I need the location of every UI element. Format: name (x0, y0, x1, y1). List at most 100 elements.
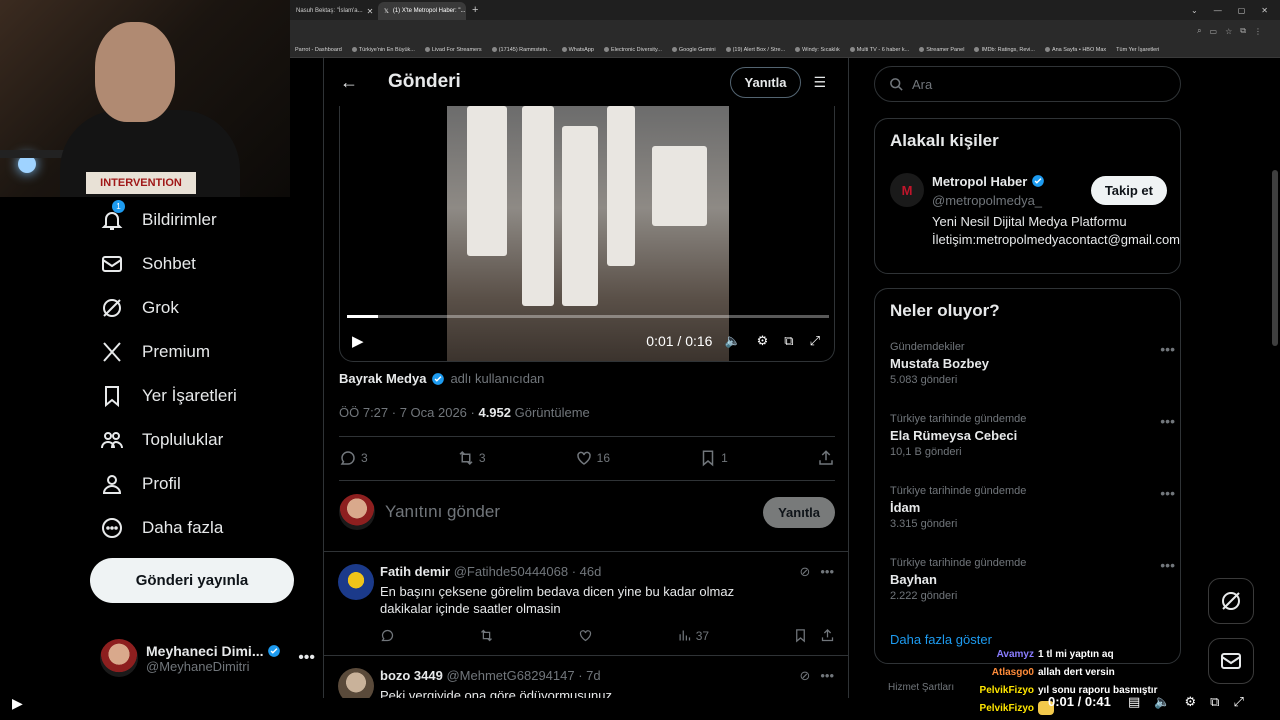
nav-notifications[interactable]: 1 Bildirimler (100, 200, 217, 232)
heart-icon[interactable] (578, 628, 593, 643)
view-count: 4.952 (478, 405, 512, 420)
bookmark-all[interactable]: Tüm Yer İşaretleri (1116, 47, 1159, 53)
trend-item[interactable]: Türkiye tarihinde gündemde Bayhan 2.222 … (890, 557, 1175, 602)
nav-grok[interactable]: Grok (100, 296, 179, 320)
bookmark-icon (105, 386, 119, 408)
trend-item[interactable]: Gündemdekiler Mustafa Bozbey 5.083 gönde… (890, 341, 1175, 386)
grok-fab[interactable] (1208, 578, 1254, 624)
avatar[interactable]: M (890, 173, 924, 207)
stream-player-bar: ▶ 0:01 / 0:41 ▤ 🔈 ⚙ ⧉ ⤢ (0, 687, 1280, 720)
reply-input[interactable]: Yanıtını gönder (385, 502, 500, 522)
views-action[interactable]: 37 (677, 628, 709, 643)
nav-bookmarks[interactable]: Yer İşaretleri (100, 384, 237, 408)
follow-button[interactable]: Takip et (1090, 176, 1167, 205)
browser-tab[interactable]: Nasuh Bektaş: "İslam'a... ✕ (290, 2, 378, 20)
more-icon[interactable]: ••• (820, 564, 834, 580)
repost-icon[interactable] (479, 628, 494, 643)
menu-icon[interactable]: ⋮ (1254, 27, 1262, 36)
volume-icon[interactable]: 🔈 (724, 333, 740, 349)
bookmark[interactable]: Livad For Streamers (424, 47, 482, 53)
messages-fab[interactable] (1208, 638, 1254, 684)
gear-icon[interactable]: ⚙ (757, 333, 769, 349)
reply-item[interactable]: Fatih demir @Fatihde50444068 · 46d ⊘ ••• … (324, 551, 848, 655)
star-icon[interactable]: ☆ (1225, 27, 1232, 36)
more-icon[interactable]: ••• (1160, 557, 1175, 573)
source-author[interactable]: Bayrak Medya (339, 371, 426, 386)
reply-action[interactable]: 3 (339, 449, 368, 467)
more-icon[interactable]: ••• (820, 668, 834, 684)
search-box[interactable]: Ara (874, 66, 1181, 102)
fullscreen-icon[interactable]: ⤢ (1233, 694, 1243, 710)
picture-in-picture-icon[interactable]: ⧉ (784, 333, 793, 349)
fullscreen-icon[interactable]: ⤢ (810, 333, 820, 349)
video-progress-fill (347, 315, 379, 318)
minimize-icon[interactable]: — (1214, 6, 1222, 15)
more-icon[interactable]: ••• (298, 649, 315, 667)
browser-toolbar: ⌕ ▭ ☆ ⧉ ⋮ (290, 20, 1280, 42)
share-icon[interactable] (820, 628, 835, 643)
person-handle: @metropolmedya_ (932, 193, 1043, 208)
close-icon[interactable]: ✕ (367, 7, 374, 16)
bookmark[interactable]: (17145) Rammstein... (491, 47, 552, 53)
bookmark[interactable]: (19) Alert Box / Stre... (725, 47, 785, 53)
more-icon[interactable]: ••• (1160, 485, 1175, 501)
cast-icon[interactable]: ▭ (1210, 27, 1218, 36)
dropdown-icon[interactable]: ⌄ (1191, 6, 1198, 15)
extension-icon[interactable]: ⧉ (1240, 26, 1246, 36)
nav-more[interactable]: Daha fazla (100, 516, 223, 540)
bookmark[interactable]: Ana Sayfa • HBO Max (1044, 47, 1106, 53)
nav-communities[interactable]: Topluluklar (100, 428, 223, 452)
volume-icon[interactable]: 🔈 (1154, 694, 1170, 710)
browser-tab-active[interactable]: 𝕏 (1) X'te Metropol Haber: "... ✕ (378, 2, 466, 20)
play-icon[interactable]: ▶ (352, 332, 364, 350)
bookmark[interactable]: Google Gemini (671, 47, 716, 53)
video-player[interactable]: ▶ 0:01 / 0:16 🔈 ⚙ ⧉ ⤢ (339, 106, 835, 362)
bookmark[interactable]: IMDb: Ratings, Revi... (974, 47, 1035, 53)
page-scrollbar[interactable] (1272, 170, 1278, 346)
bookmark-action[interactable]: 1 (699, 449, 728, 467)
account-switcher[interactable]: Meyhaneci Dimi... @MeyhaneDimitri ••• (100, 637, 315, 679)
chat-text: allah dert versin (1038, 666, 1115, 678)
close-window-icon[interactable]: ✕ (1261, 6, 1268, 15)
bookmark[interactable]: WhatsApp (561, 47, 594, 53)
verified-icon (432, 372, 445, 385)
bookmark[interactable]: Streamer Panel (919, 47, 964, 53)
zoom-icon[interactable]: ⌕ (1197, 26, 1201, 36)
post-timestamp[interactable]: ÖÖ 7:27 · 7 Oca 2026 · (339, 405, 478, 420)
grok-icon[interactable]: ⊘ (799, 668, 810, 684)
reply-author[interactable]: bozo 3449 (380, 668, 443, 683)
subtitles-icon[interactable]: ▤ (1128, 694, 1140, 710)
new-tab-icon[interactable]: + (472, 4, 478, 16)
reply-header-button[interactable]: Yanıtla (729, 66, 802, 98)
repost-action[interactable]: 3 (457, 449, 486, 467)
gear-icon[interactable]: ⚙ (1184, 694, 1196, 710)
like-action[interactable]: 16 (575, 449, 610, 467)
grok-icon[interactable]: ⊘ (799, 564, 810, 580)
settings-sliders-icon[interactable]: ☰ (813, 74, 826, 91)
video-progress-bar[interactable] (347, 315, 829, 318)
trend-item[interactable]: Türkiye tarihinde gündemde Ela Rümeysa C… (890, 413, 1175, 458)
bookmark[interactable]: Türkiye'nin En Büyük... (351, 47, 415, 53)
more-icon[interactable]: ••• (1160, 413, 1175, 429)
person-name[interactable]: Metropol Haber (932, 174, 1027, 189)
comment-icon[interactable] (380, 628, 395, 643)
trend-item[interactable]: Türkiye tarihinde gündemde İdam 3.315 gö… (890, 485, 1175, 530)
bookmark[interactable]: Parrot - Dashboard (295, 47, 342, 53)
back-arrow-icon[interactable]: ← (340, 72, 360, 93)
bookmark-icon[interactable] (793, 628, 808, 643)
more-icon[interactable]: ••• (1160, 341, 1175, 357)
maximize-icon[interactable]: ▢ (1238, 6, 1246, 15)
share-action[interactable] (817, 449, 835, 467)
play-icon[interactable]: ▶ (12, 695, 23, 712)
post-button[interactable]: Gönderi yayınla (90, 558, 294, 603)
picture-in-picture-icon[interactable]: ⧉ (1210, 694, 1219, 710)
nav-messages[interactable]: Sohbet (100, 252, 196, 276)
reply-author[interactable]: Fatih demir (380, 564, 450, 579)
nav-profile[interactable]: Profil (100, 472, 181, 496)
bookmark[interactable]: Electronic Diversity... (603, 47, 662, 53)
reply-submit-button[interactable]: Yanıtla (763, 496, 835, 528)
stream-time: 0:01 / 0:41 (1048, 694, 1111, 709)
nav-premium[interactable]: Premium (100, 340, 210, 364)
bookmark[interactable]: Windy: Sıcaklık (795, 47, 840, 53)
bookmark[interactable]: Multi TV - 6 haber k... (849, 47, 909, 53)
